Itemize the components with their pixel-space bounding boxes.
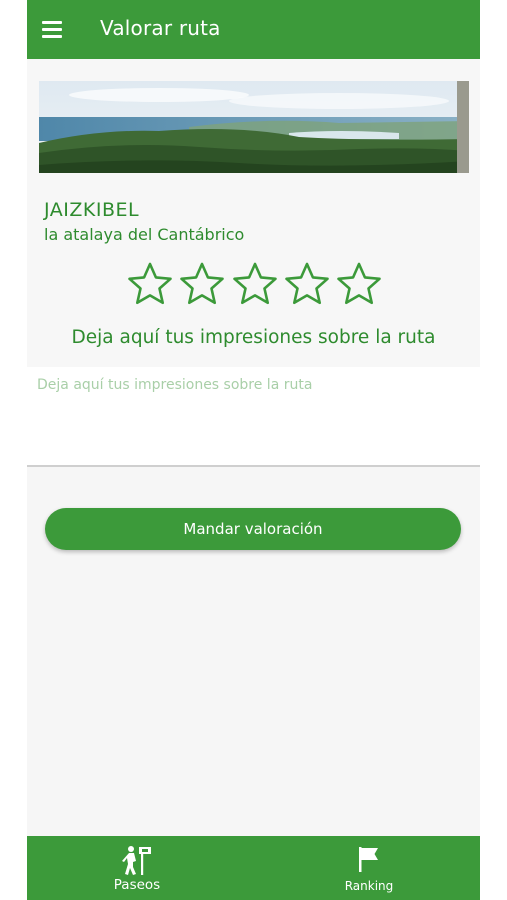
page-title: Valorar ruta: [100, 16, 221, 40]
nav-item-paseos[interactable]: Paseos: [77, 836, 197, 900]
nav-item-ranking[interactable]: Ranking: [309, 836, 429, 900]
nav-label-paseos: Paseos: [113, 877, 161, 893]
star-icon[interactable]: [127, 261, 173, 307]
review-prompt: Deja aquí tus impresiones sobre la ruta: [71, 327, 436, 348]
app-screen: Valorar ruta JAIZKIBEL la atalaya del Ca…: [27, 0, 480, 900]
app-bar: Valorar ruta: [27, 0, 480, 59]
star-icon[interactable]: [284, 261, 330, 307]
route-photo: [39, 81, 469, 173]
submit-rating-button[interactable]: Mandar valoración: [45, 508, 461, 550]
route-card: JAIZKIBEL la atalaya del Cantábrico Deja…: [27, 59, 480, 367]
hiker-signpost-icon: [122, 846, 151, 875]
flag-icon: [359, 847, 378, 872]
route-subtitle: la atalaya del Cantábrico: [44, 225, 245, 244]
bottom-navigation: Paseos Ranking: [27, 836, 480, 900]
star-icon[interactable]: [179, 261, 225, 307]
menu-icon[interactable]: [42, 19, 64, 41]
star-icon[interactable]: [232, 261, 278, 307]
star-rating: [127, 261, 382, 307]
star-icon[interactable]: [336, 261, 382, 307]
review-textarea[interactable]: [35, 375, 469, 459]
route-name: JAIZKIBEL: [44, 199, 140, 221]
landscape-image: [39, 81, 469, 173]
nav-label-ranking: Ranking: [344, 879, 394, 893]
review-field-container: [27, 367, 480, 467]
